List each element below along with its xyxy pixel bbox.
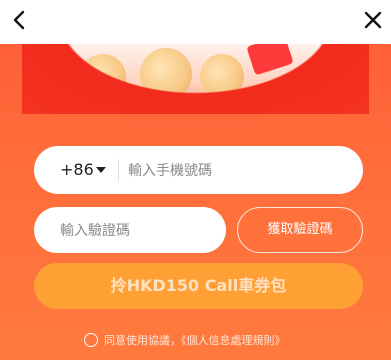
chevron-down-icon[interactable]	[96, 167, 106, 173]
verification-code-input[interactable]	[58, 216, 222, 246]
promo-page: +86 獲取驗證碼 拎HKD150 Call車券包 同意使用協議，《個人信息處理…	[0, 0, 391, 360]
get-code-button[interactable]: 獲取驗證碼	[237, 207, 363, 253]
agreement-checkbox[interactable]	[84, 333, 98, 347]
verification-code-field[interactable]	[34, 207, 226, 253]
claim-coupon-button[interactable]: 拎HKD150 Call車券包	[34, 263, 363, 309]
agreement-text[interactable]: 同意使用協議，《個人信息處理規則》	[104, 332, 286, 348]
phone-field[interactable]: +86	[34, 146, 363, 194]
agreement-row: 同意使用協議，《個人信息處理規則》	[84, 330, 286, 350]
country-code[interactable]: +86	[60, 160, 94, 179]
close-icon[interactable]	[359, 6, 387, 34]
phone-input[interactable]	[126, 156, 350, 186]
promo-banner	[22, 44, 369, 114]
divider	[118, 159, 119, 181]
banner-arc	[22, 44, 369, 114]
